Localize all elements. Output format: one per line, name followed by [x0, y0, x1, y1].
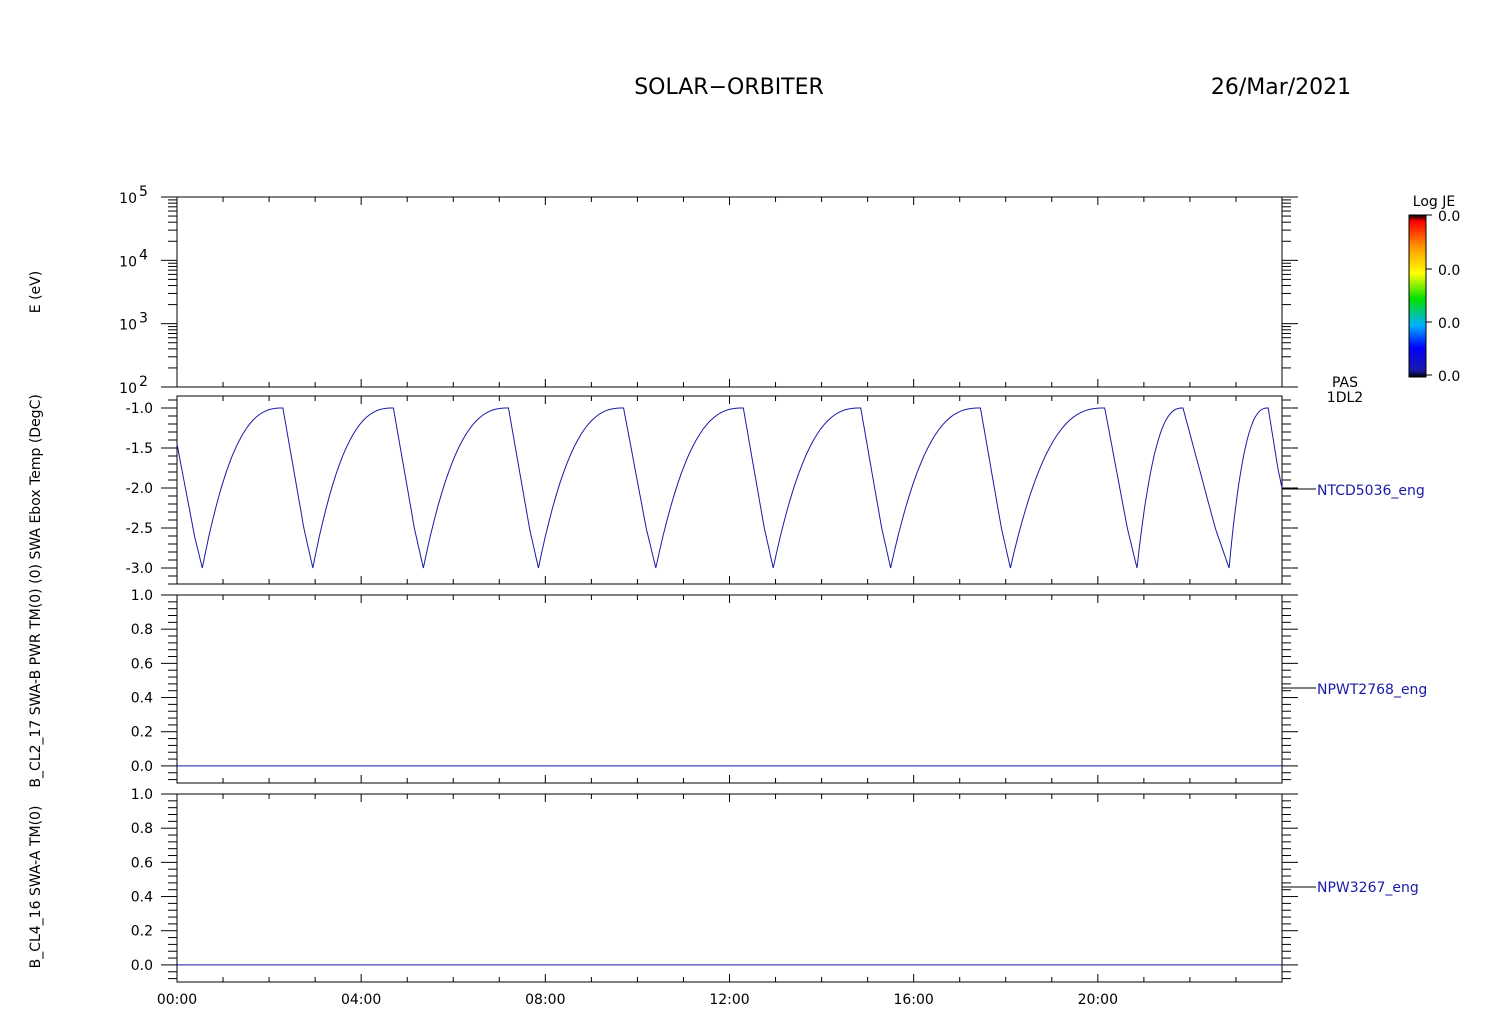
- y-tick-label: 10: [119, 381, 137, 397]
- colorbar-tick-label: 0.0: [1438, 316, 1460, 332]
- instrument-label-1dl2: 1DL2: [1327, 390, 1363, 406]
- y-tick-label: 0.6: [131, 656, 153, 672]
- panel3-ylabel: B_CL2_17 SWA-B PWR TM(0): [28, 588, 44, 787]
- y-tick-exponent: 4: [139, 247, 148, 263]
- date-label: 26/Mar/2021: [1211, 75, 1351, 100]
- y-tick-label: 0.6: [131, 855, 153, 871]
- panel4-ylabel: B_CL4_16 SWA-A TM(0): [28, 806, 44, 969]
- x-tick-label: 16:00: [893, 992, 933, 1008]
- axes-layer: 00:00 04:00 08:00 12:00 16:00 20:0010 210 310 41…: [119, 184, 1316, 1008]
- panel-frames: [176, 196, 1283, 983]
- y-tick-label: 1.0: [131, 588, 153, 604]
- x-tick-label: 12:00: [709, 992, 749, 1008]
- panel-frame-4: [176, 793, 1283, 983]
- y-tick-label: 10: [119, 254, 137, 270]
- y-tick-label: 0.0: [131, 759, 153, 775]
- colorbar-tick-label: 0.0: [1438, 263, 1460, 279]
- y-tick-label: 0.4: [131, 691, 153, 707]
- y-tick-label: 0.8: [131, 821, 153, 837]
- colorbar-title: Log JE: [1413, 194, 1455, 210]
- panel-frame-1: [176, 196, 1283, 388]
- x-tick-label: 00:00: [157, 992, 197, 1008]
- y-tick-label: 10: [119, 191, 137, 207]
- y-tick-label: 0.2: [131, 924, 153, 940]
- colorbar: [1408, 214, 1427, 378]
- panel2-ylabel: (0) SWA Ebox Temp (DegC): [28, 394, 44, 584]
- mission-title: SOLAR−ORBITER: [634, 75, 824, 100]
- colorbar-tick-label: 0.0: [1438, 209, 1460, 225]
- colorbar-ticks: 0.0 0.0 0.0 0.0: [1426, 209, 1460, 385]
- y-tick-label: -1.0: [126, 401, 153, 417]
- y-tick-label: 0.4: [131, 890, 153, 906]
- y-tick-label: 1.0: [131, 787, 153, 803]
- traces-layer: [176, 407, 1283, 966]
- y-tick-label: -2.5: [126, 521, 153, 537]
- panel-frame-3: [176, 594, 1283, 784]
- panel2-series-label: NTCD5036_eng: [1317, 483, 1425, 499]
- x-tick-label: 20:00: [1078, 992, 1118, 1008]
- chart-canvas: SOLAR−ORBITER 26/Mar/2021 E (eV) (0) SWA…: [28, 75, 1460, 1008]
- y-tick-exponent: 3: [139, 311, 148, 327]
- y-tick-label: 0.0: [131, 958, 153, 974]
- y-tick-label: 10: [119, 318, 137, 334]
- panel3-series-label: NPWT2768_eng: [1317, 682, 1427, 698]
- x-tick-label: 04:00: [341, 992, 381, 1008]
- y-tick-label: -1.5: [126, 441, 153, 457]
- panel4-series-label: NPW3267_eng: [1317, 880, 1419, 896]
- x-tick-label: 08:00: [525, 992, 565, 1008]
- y-tick-label: 0.2: [131, 725, 153, 741]
- instrument-label-pas: PAS: [1332, 375, 1358, 391]
- y-tick-label: -2.0: [126, 481, 153, 497]
- panel1-ylabel: E (eV): [28, 271, 44, 313]
- y-tick-exponent: 5: [139, 184, 148, 200]
- colorbar-tick-label: 0.0: [1438, 369, 1460, 385]
- series-line-ntcd5036: [176, 407, 1283, 569]
- y-tick-label: -3.0: [126, 561, 153, 577]
- y-tick-exponent: 2: [139, 374, 148, 390]
- y-tick-label: 0.8: [131, 622, 153, 638]
- panel-frame-2: [176, 395, 1283, 585]
